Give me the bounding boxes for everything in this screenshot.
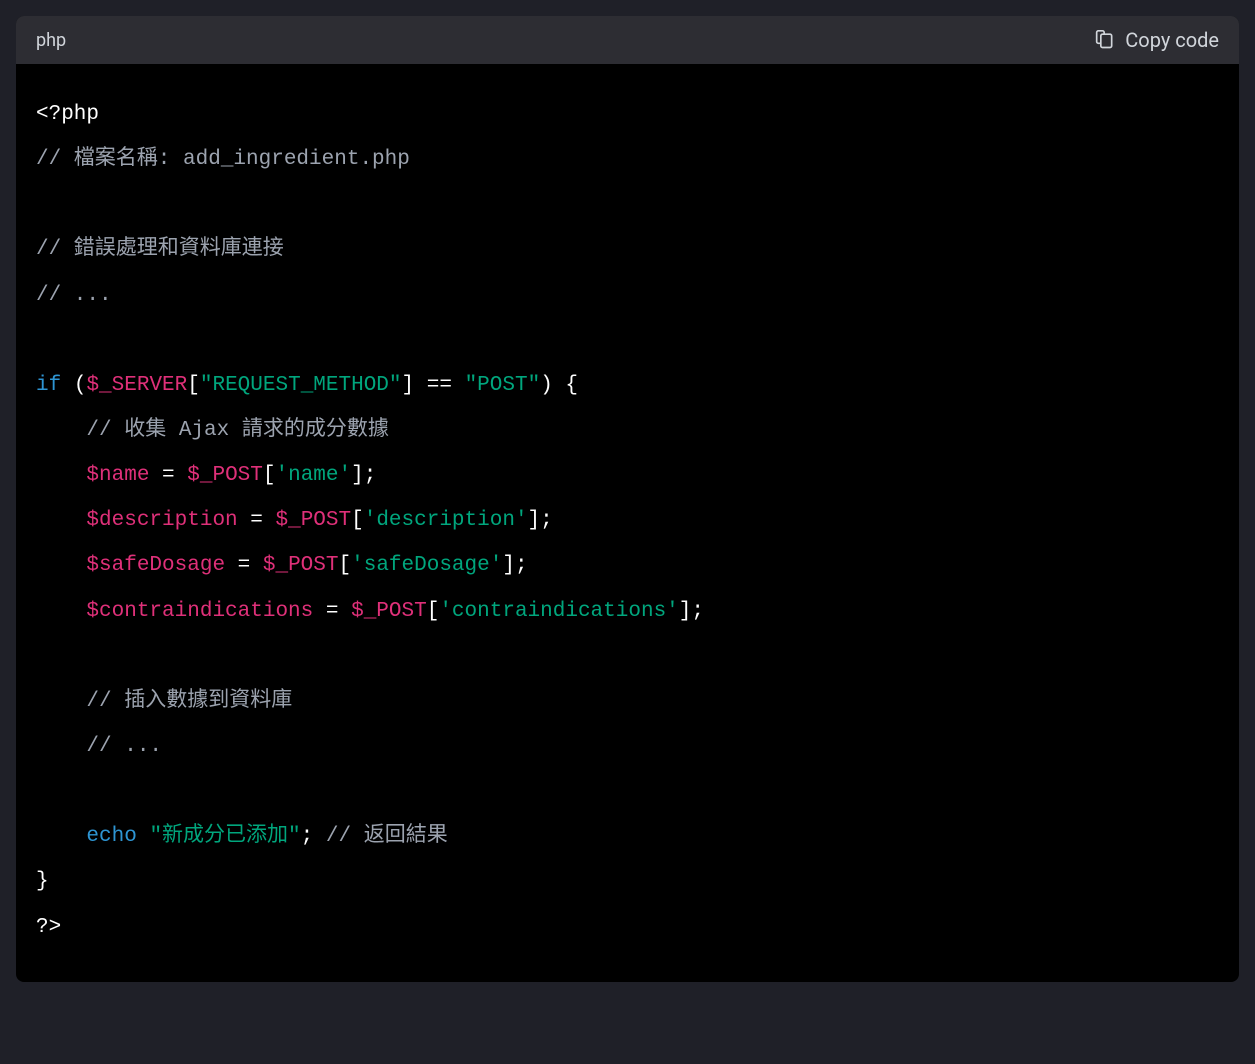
bracket: ]: [679, 600, 692, 623]
operator: =: [326, 600, 339, 623]
semicolon: ;: [691, 600, 704, 623]
string: 'contraindications': [439, 600, 678, 623]
code-comment: // 插入數據到資料庫: [86, 690, 292, 713]
language-label: php: [36, 30, 66, 51]
operator: =: [238, 554, 251, 577]
variable: $contraindications: [86, 600, 313, 623]
keyword-if: if: [36, 374, 61, 397]
code-comment: // ...: [86, 735, 162, 758]
brace: {: [565, 374, 578, 397]
bracket: [: [187, 374, 200, 397]
variable: $_SERVER: [86, 374, 187, 397]
semicolon: ;: [540, 509, 553, 532]
code-header: php Copy code: [16, 16, 1239, 64]
string: "REQUEST_METHOD": [200, 374, 402, 397]
code-comment: // 返回結果: [326, 825, 448, 848]
bracket: [: [351, 509, 364, 532]
semicolon: ;: [301, 825, 314, 848]
operator: =: [162, 464, 175, 487]
code-comment: // 錯誤處理和資料庫連接: [36, 238, 284, 261]
php-open-tag: <?php: [36, 103, 99, 126]
variable: $description: [86, 509, 237, 532]
code-comment: // 檔案名稱: add_ingredient.php: [36, 148, 410, 171]
code-block: php Copy code <?php // 檔案名稱: add_ingredi…: [16, 16, 1239, 982]
paren: ): [540, 374, 553, 397]
variable: $_POST: [187, 464, 263, 487]
operator: ==: [427, 374, 452, 397]
code-comment: // ...: [36, 284, 112, 307]
string: "POST": [465, 374, 541, 397]
variable: $_POST: [263, 554, 339, 577]
string: 'safeDosage': [351, 554, 502, 577]
code-comment: // 收集 Ajax 請求的成分數據: [86, 419, 388, 442]
php-close-tag: ?>: [36, 916, 61, 939]
operator: =: [250, 509, 263, 532]
bracket: [: [339, 554, 352, 577]
bracket: ]: [402, 374, 415, 397]
bracket: ]: [528, 509, 541, 532]
keyword-echo: echo: [86, 825, 136, 848]
semicolon: ;: [515, 554, 528, 577]
string: 'description': [364, 509, 528, 532]
variable: $_POST: [351, 600, 427, 623]
copy-code-button[interactable]: Copy code: [1095, 28, 1219, 52]
code-content: <?php // 檔案名稱: add_ingredient.php // 錯誤處…: [16, 64, 1239, 982]
bracket: ]: [502, 554, 515, 577]
bracket: [: [427, 600, 440, 623]
bracket: [: [263, 464, 276, 487]
variable: $_POST: [275, 509, 351, 532]
string: "新成分已添加": [149, 825, 300, 848]
brace: }: [36, 870, 49, 893]
copy-code-label: Copy code: [1125, 28, 1219, 52]
variable: $name: [86, 464, 149, 487]
string: 'name': [276, 464, 352, 487]
clipboard-icon: [1095, 29, 1115, 51]
bracket: ]: [351, 464, 364, 487]
variable: $safeDosage: [86, 554, 225, 577]
paren: (: [74, 374, 87, 397]
semicolon: ;: [364, 464, 377, 487]
